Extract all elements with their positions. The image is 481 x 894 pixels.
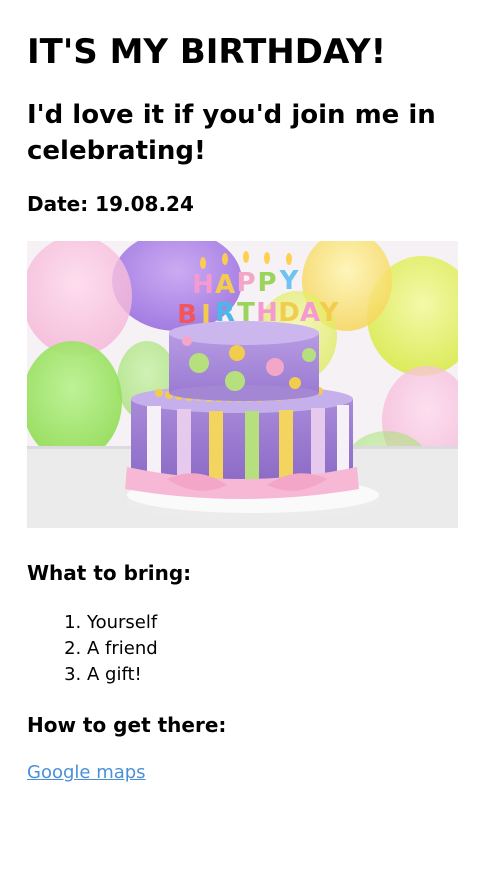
candle-letter: I bbox=[201, 300, 211, 330]
candle-letter: P bbox=[236, 268, 255, 298]
candle-letter: H bbox=[256, 298, 278, 328]
candle-letter: A bbox=[215, 270, 235, 300]
list-item: Yourself bbox=[87, 610, 454, 636]
candle-letter: D bbox=[278, 298, 300, 328]
google-maps-link[interactable]: Google maps bbox=[27, 760, 146, 786]
candle-letter: H bbox=[192, 270, 214, 300]
cake-illustration: H A P P Y B I R T H D A Y bbox=[27, 241, 458, 528]
candle-letter: Y bbox=[279, 266, 300, 296]
candle-letter: B bbox=[177, 300, 197, 330]
directions-section: How to get there: Google maps bbox=[27, 712, 454, 786]
invite-subtitle: I'd love it if you'd join me in celebrat… bbox=[27, 100, 436, 166]
candle-letter: Y bbox=[319, 298, 340, 328]
how-to-get-there-heading: How to get there: bbox=[27, 713, 227, 737]
page-title: IT'S MY BIRTHDAY! bbox=[27, 32, 387, 72]
what-to-bring-heading: What to bring: bbox=[27, 561, 192, 585]
list-item: A friend bbox=[87, 636, 454, 662]
candle-letter: T bbox=[237, 298, 255, 328]
candle-letter: A bbox=[300, 298, 320, 328]
candle-letter: R bbox=[215, 298, 235, 328]
candle-letter: P bbox=[257, 268, 276, 298]
page: IT'S MY BIRTHDAY! I'd love it if you'd j… bbox=[0, 32, 481, 786]
bring-list: Yourself A friend A gift! bbox=[27, 610, 454, 688]
birthday-cake-image: H A P P Y B I R T H D A Y bbox=[27, 241, 458, 528]
event-date: Date: 19.08.24 bbox=[27, 192, 194, 216]
list-item: A gift! bbox=[87, 662, 454, 688]
